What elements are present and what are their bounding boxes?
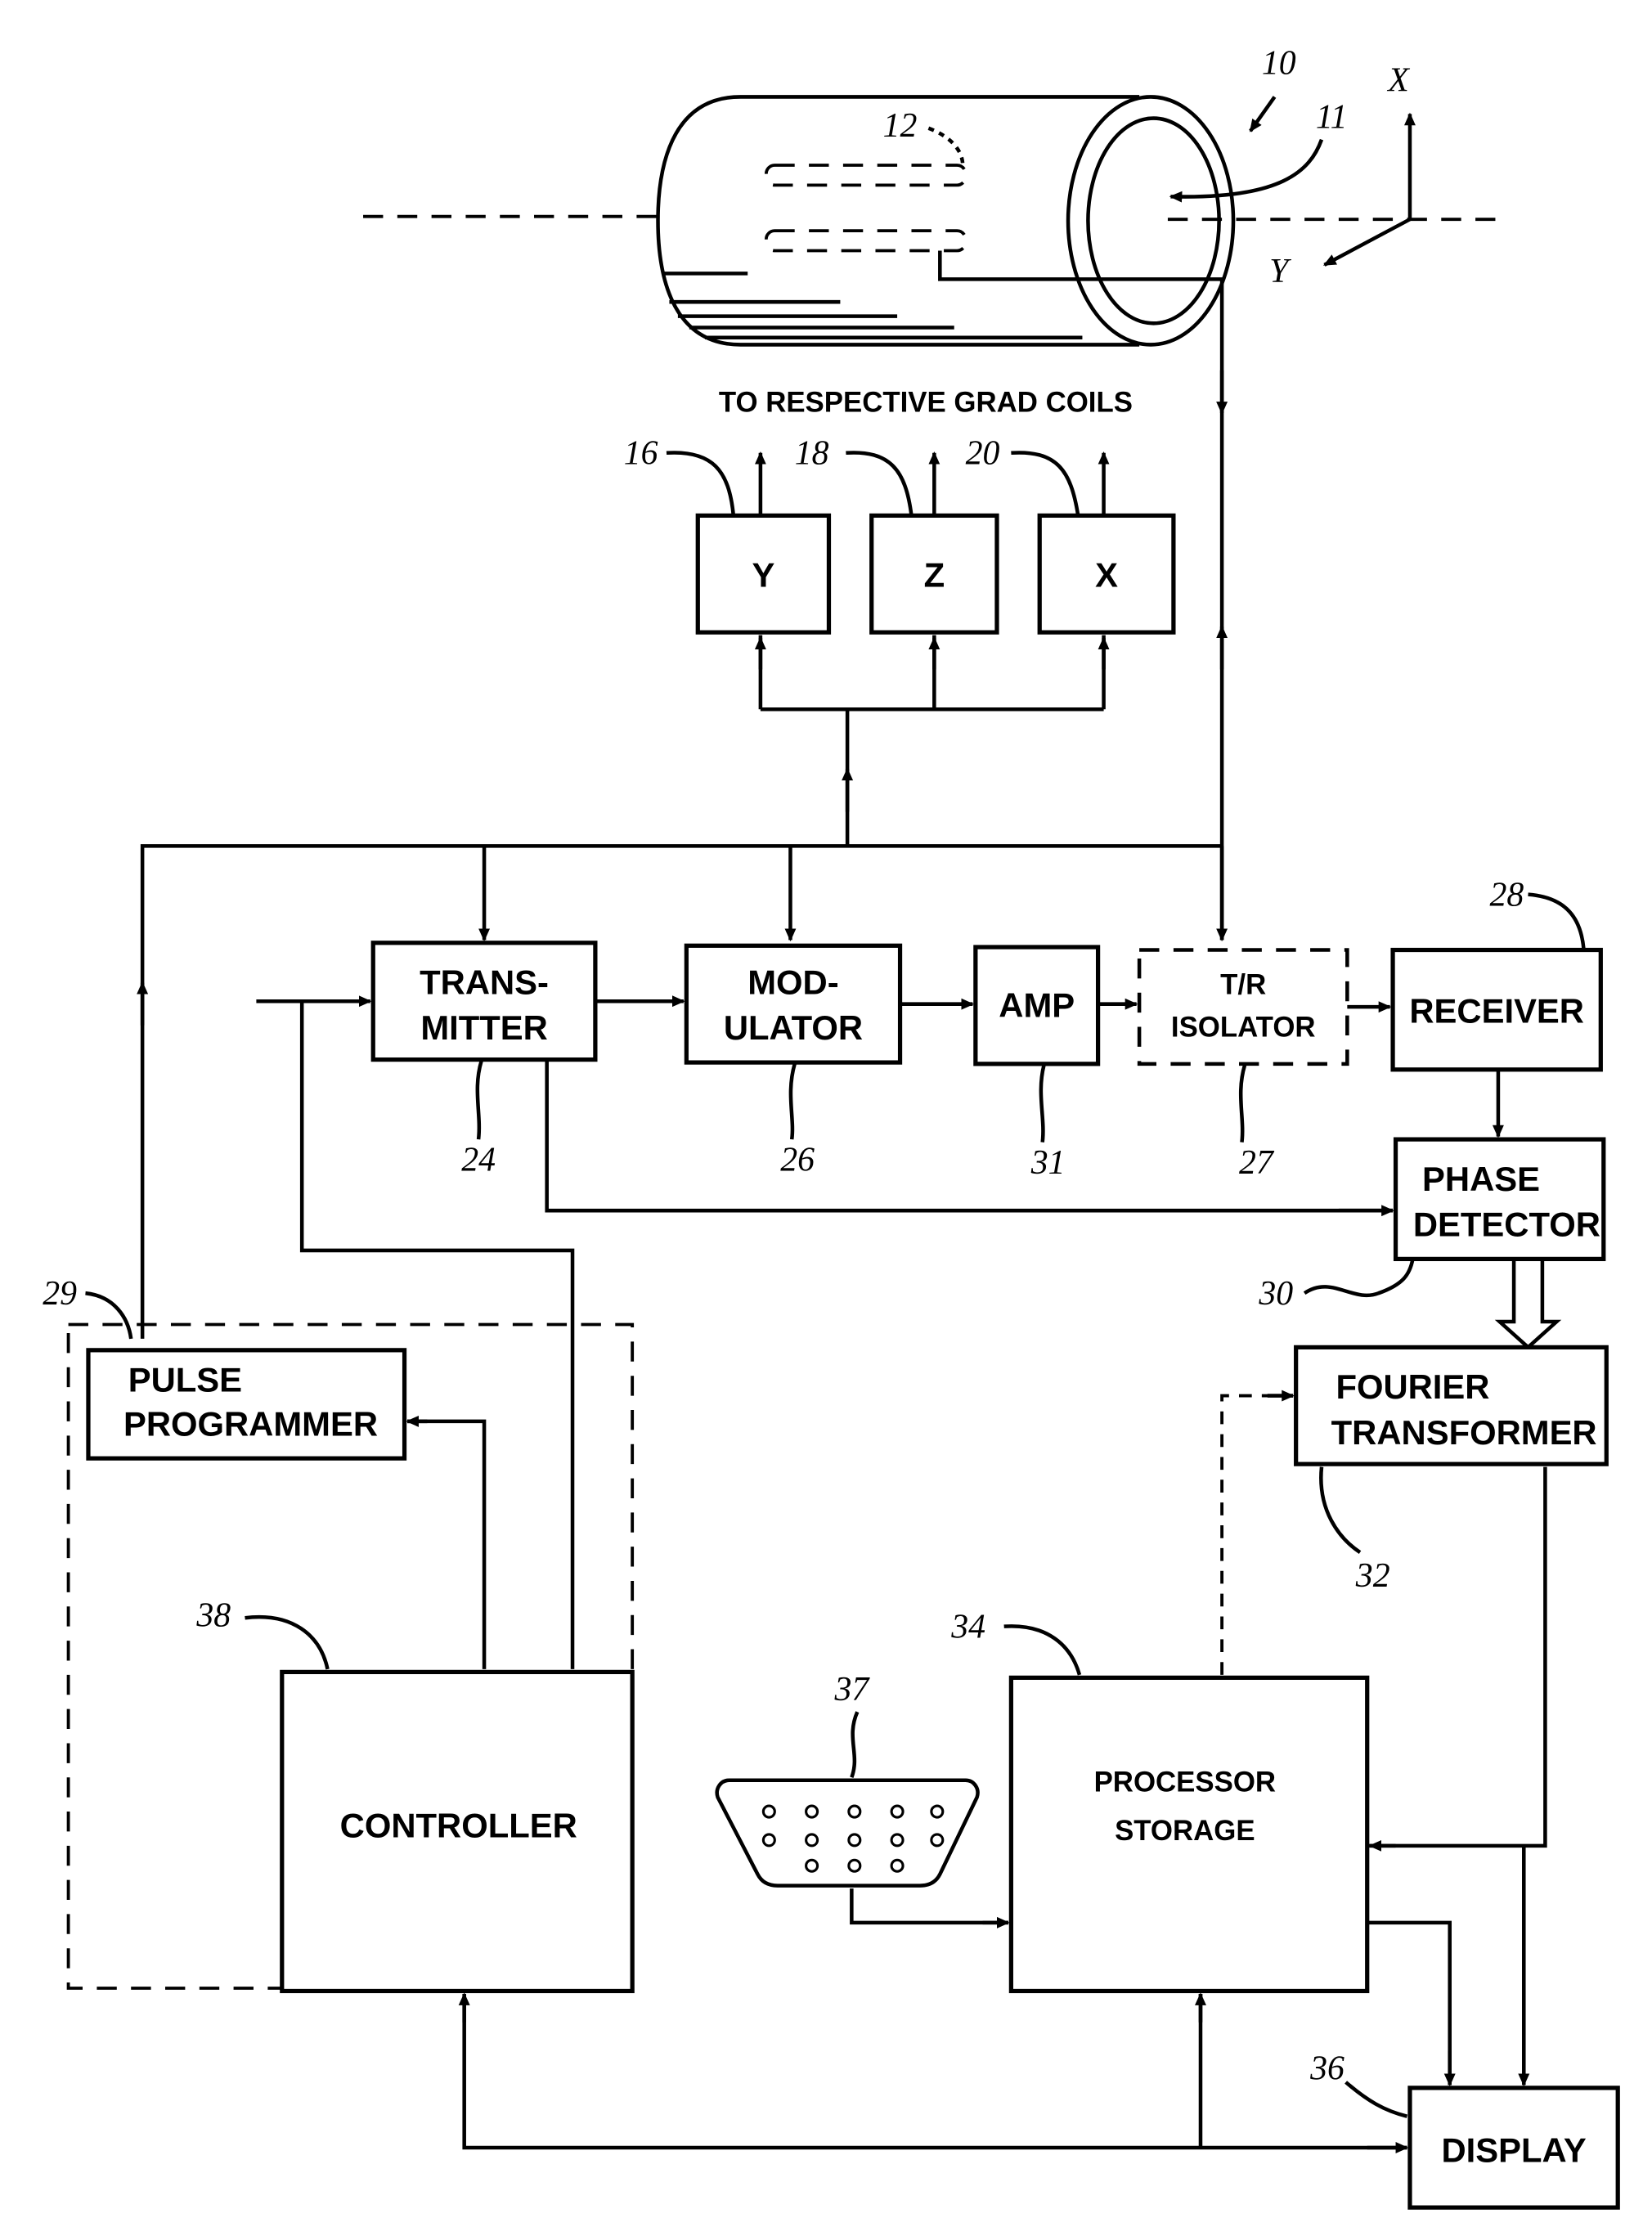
axis-label-y: Y — [1269, 253, 1291, 290]
ref-27: 27 — [1239, 1144, 1275, 1182]
fourier-label-1: FOURIER — [1336, 1367, 1489, 1406]
ref-31: 31 — [1030, 1144, 1066, 1182]
gradient-coil-bottom — [764, 229, 967, 253]
tr-isolator-label-1: T/R — [1220, 969, 1266, 1001]
ref-12: 12 — [883, 107, 918, 145]
magnet-bore-inner — [1086, 116, 1221, 326]
ref-16: 16 — [624, 435, 658, 473]
ref-34: 34 — [950, 1609, 985, 1646]
ref-10: 10 — [1262, 45, 1296, 83]
ref-11: 11 — [1316, 99, 1348, 137]
grad-amp-z-label: Z — [924, 555, 945, 594]
grad-amp-x-label: X — [1095, 555, 1118, 594]
grad-coils-caption: TO RESPECTIVE GRAD COILS — [719, 386, 1133, 418]
pulse-programmer-label-1: PULSE — [128, 1360, 242, 1399]
modulator-label-2: ULATOR — [724, 1008, 863, 1047]
grad-amp-y-label: Y — [752, 555, 774, 594]
gradient-amplifiers: Y Z X 16 18 20 — [624, 435, 1176, 846]
controller-label: CONTROLLER — [340, 1806, 577, 1844]
phase-detector-label-1: PHASE — [1422, 1160, 1540, 1198]
modulator-label-1: MOD- — [747, 963, 838, 1001]
display-label: DISPLAY — [1441, 2130, 1586, 2169]
magnet-shading-lines — [663, 272, 1083, 339]
fourier-label-2: TRANSFORMER — [1331, 1413, 1597, 1452]
gradient-coil-top — [764, 164, 967, 187]
serial-connector-icon — [715, 1778, 980, 1888]
amp-label: AMP — [999, 986, 1075, 1024]
ref-28: 28 — [1489, 877, 1524, 914]
transmitter-label-1: TRANS- — [420, 963, 549, 1001]
ref-37: 37 — [833, 1671, 870, 1708]
receiver-label: RECEIVER — [1409, 991, 1584, 1030]
control-bus — [140, 844, 1223, 1339]
ref-24: 24 — [461, 1141, 496, 1179]
ref-10-arrow — [1249, 96, 1277, 132]
transmitter-label-2: MITTER — [420, 1008, 548, 1047]
pulse-programmer-label-2: PROGRAMMER — [123, 1404, 378, 1443]
axis-label-x: X — [1386, 61, 1410, 99]
ref-26: 26 — [780, 1141, 815, 1179]
ref-38: 38 — [195, 1597, 231, 1635]
ref-12-leader — [927, 126, 965, 166]
ref-29: 29 — [43, 1275, 77, 1313]
ref-18: 18 — [795, 435, 829, 473]
processor-label-1: PROCESSOR — [1094, 1767, 1276, 1798]
tr-isolator-label-2: ISOLATOR — [1171, 1012, 1316, 1044]
phase-detector-label-2: DETECTOR — [1413, 1206, 1600, 1244]
processor-label-2: STORAGE — [1115, 1815, 1255, 1847]
mri-block-diagram: 12 10 11 X Y TO RESPECTIVE GRAD COILS Y … — [43, 45, 1620, 2210]
data-bus-arrow — [1494, 1259, 1562, 1350]
ref-11-arrow — [1169, 138, 1324, 203]
y-axis-arrow — [1322, 218, 1412, 267]
ref-30: 30 — [1258, 1275, 1293, 1313]
ref-36: 36 — [1309, 2050, 1344, 2087]
ref-20: 20 — [966, 435, 1000, 473]
tr-isolator-block — [1137, 948, 1349, 1066]
ref-32: 32 — [1355, 1557, 1390, 1595]
